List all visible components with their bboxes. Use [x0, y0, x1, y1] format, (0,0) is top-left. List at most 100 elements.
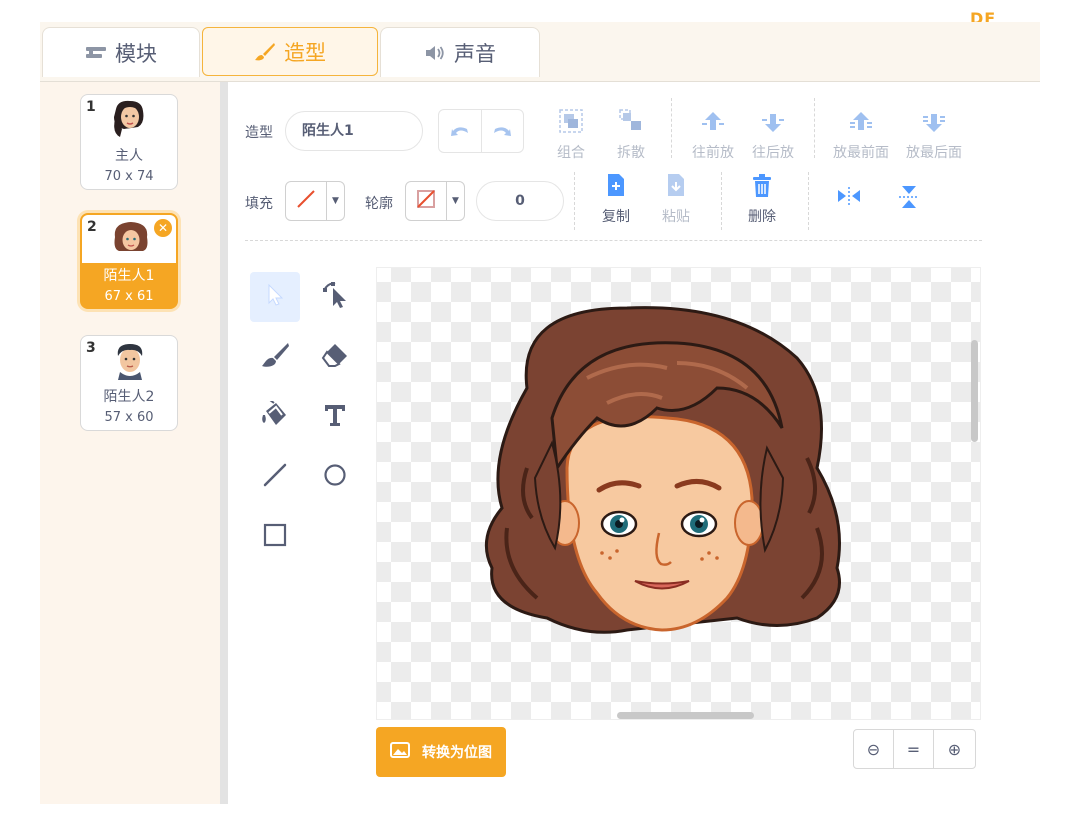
group-label: 组合 [557, 145, 585, 161]
circle-tool[interactable] [310, 452, 360, 502]
send-to-back-label: 放最后面 [906, 145, 962, 161]
zoom-out-icon: ⊖ [866, 739, 881, 759]
delete-costume-icon[interactable]: ✕ [154, 219, 172, 237]
paint-editor-window: DF 模块 造型 声音 1 主人 70 x 74 2 ✕ 陌生人1 67 x 6… [0, 0, 1080, 821]
costume-name: 主人 [115, 148, 143, 164]
ungroup-button[interactable]: 拆散 [611, 104, 651, 162]
zoom-in-icon: ⊕ [947, 739, 962, 759]
canvas-horizontal-scrollbar[interactable] [617, 712, 754, 719]
costume-artwork [484, 306, 841, 634]
trash-icon [751, 174, 773, 202]
backward-icon [760, 110, 786, 138]
undo-button[interactable] [439, 110, 481, 152]
zoom-out-button[interactable]: ⊖ [853, 729, 894, 769]
reshape-icon [321, 280, 349, 314]
copy-button[interactable]: 复制 [596, 172, 636, 226]
tab-blocks[interactable]: 模块 [42, 27, 200, 77]
outline-width-input[interactable]: 0 [476, 181, 564, 221]
redo-icon [492, 122, 512, 141]
blocks-icon [85, 45, 107, 61]
convert-to-bitmap-label: 转换为位图 [422, 745, 492, 761]
select-tool[interactable] [250, 272, 300, 322]
copy-icon [605, 172, 627, 202]
costume-item-1[interactable]: 1 主人 70 x 74 [80, 94, 178, 190]
line-icon [262, 462, 288, 492]
copy-label: 复制 [602, 209, 630, 225]
zoom-reset-icon: = [906, 739, 921, 759]
flip-vertical-icon [898, 186, 920, 214]
forward-icon [700, 110, 726, 138]
costume-thumbnail [117, 344, 143, 380]
delete-button[interactable]: 删除 [742, 172, 782, 226]
bring-to-front-button[interactable]: 放最前面 [828, 104, 894, 162]
costume-item-2[interactable]: 2 ✕ 陌生人1 67 x 61 [80, 213, 178, 309]
paste-label: 粘贴 [662, 209, 690, 225]
costume-size: 67 x 61 [104, 289, 154, 304]
forward-label: 往前放 [692, 145, 734, 161]
paste-button[interactable]: 粘贴 [656, 172, 696, 226]
costume-size: 70 x 74 [104, 169, 154, 184]
brush-icon [254, 42, 276, 62]
tab-sounds[interactable]: 声音 [380, 27, 540, 77]
paint-bucket-icon [260, 399, 290, 433]
flip-vertical-button[interactable] [894, 184, 924, 214]
flip-horizontal-button[interactable] [832, 186, 866, 210]
rectangle-icon [262, 522, 288, 552]
costume-name-label: 造型 [245, 125, 273, 141]
costume-list [40, 82, 222, 804]
convert-to-bitmap-button[interactable]: 转换为位图 [376, 727, 506, 777]
ungroup-icon [618, 108, 644, 138]
chevron-down-icon: ▼ [446, 182, 464, 220]
tab-costumes-label: 造型 [284, 40, 326, 65]
chevron-down-icon: ▼ [326, 182, 344, 220]
costume-name-input[interactable]: 陌生人1 [285, 111, 423, 151]
no-fill-swatch-icon [295, 188, 317, 214]
paste-icon [665, 172, 687, 202]
fill-label: 填充 [245, 196, 273, 212]
group-icon [558, 108, 584, 138]
costume-item-3[interactable]: 3 陌生人2 57 x 60 [80, 335, 178, 431]
text-tool[interactable] [310, 392, 360, 442]
outline-label: 轮廓 [365, 196, 393, 212]
costume-name: 陌生人1 [103, 268, 155, 284]
outline-color-picker[interactable]: ▼ [405, 181, 465, 221]
undo-redo-group [438, 109, 524, 153]
costume-number: 1 [86, 99, 96, 115]
brush-icon [260, 341, 290, 373]
send-to-back-button[interactable]: 放最后面 [901, 104, 967, 162]
undo-icon [450, 122, 470, 141]
reshape-tool[interactable] [310, 272, 360, 322]
fill-tool[interactable] [250, 392, 300, 442]
bring-to-front-icon [848, 110, 874, 138]
eraser-tool[interactable] [310, 332, 360, 382]
costume-thumbnail [114, 100, 144, 137]
costume-name: 陌生人2 [103, 389, 155, 405]
canvas-vertical-scrollbar[interactable] [971, 340, 978, 442]
brush-tool[interactable] [250, 332, 300, 382]
flip-horizontal-icon [836, 187, 862, 210]
tab-costumes[interactable]: 造型 [202, 27, 378, 76]
line-tool[interactable] [250, 452, 300, 502]
paint-canvas[interactable] [376, 267, 981, 720]
zoom-reset-button[interactable]: = [893, 729, 934, 769]
bring-to-front-label: 放最前面 [833, 145, 889, 161]
costume-size: 57 x 60 [104, 410, 154, 425]
no-outline-swatch-icon [415, 188, 437, 214]
tab-sounds-label: 声音 [454, 41, 496, 66]
forward-button[interactable]: 往前放 [688, 104, 738, 162]
toolbar-divider [671, 98, 672, 158]
editor-tab-bar: 模块 造型 声音 [40, 22, 1040, 82]
redo-button[interactable] [480, 110, 524, 152]
costume-thumbnail [114, 222, 148, 251]
costume-list-scrollbar[interactable] [220, 82, 228, 804]
rectangle-tool[interactable] [250, 512, 300, 562]
text-icon [322, 402, 348, 432]
toolbar-divider [814, 98, 815, 158]
delete-label: 删除 [748, 209, 776, 225]
toolbar-divider [721, 172, 722, 230]
zoom-in-button[interactable]: ⊕ [933, 729, 976, 769]
backward-button[interactable]: 往后放 [748, 104, 798, 162]
costume-number: 2 [87, 219, 97, 235]
fill-color-picker[interactable]: ▼ [285, 181, 345, 221]
group-button[interactable]: 组合 [551, 104, 591, 162]
